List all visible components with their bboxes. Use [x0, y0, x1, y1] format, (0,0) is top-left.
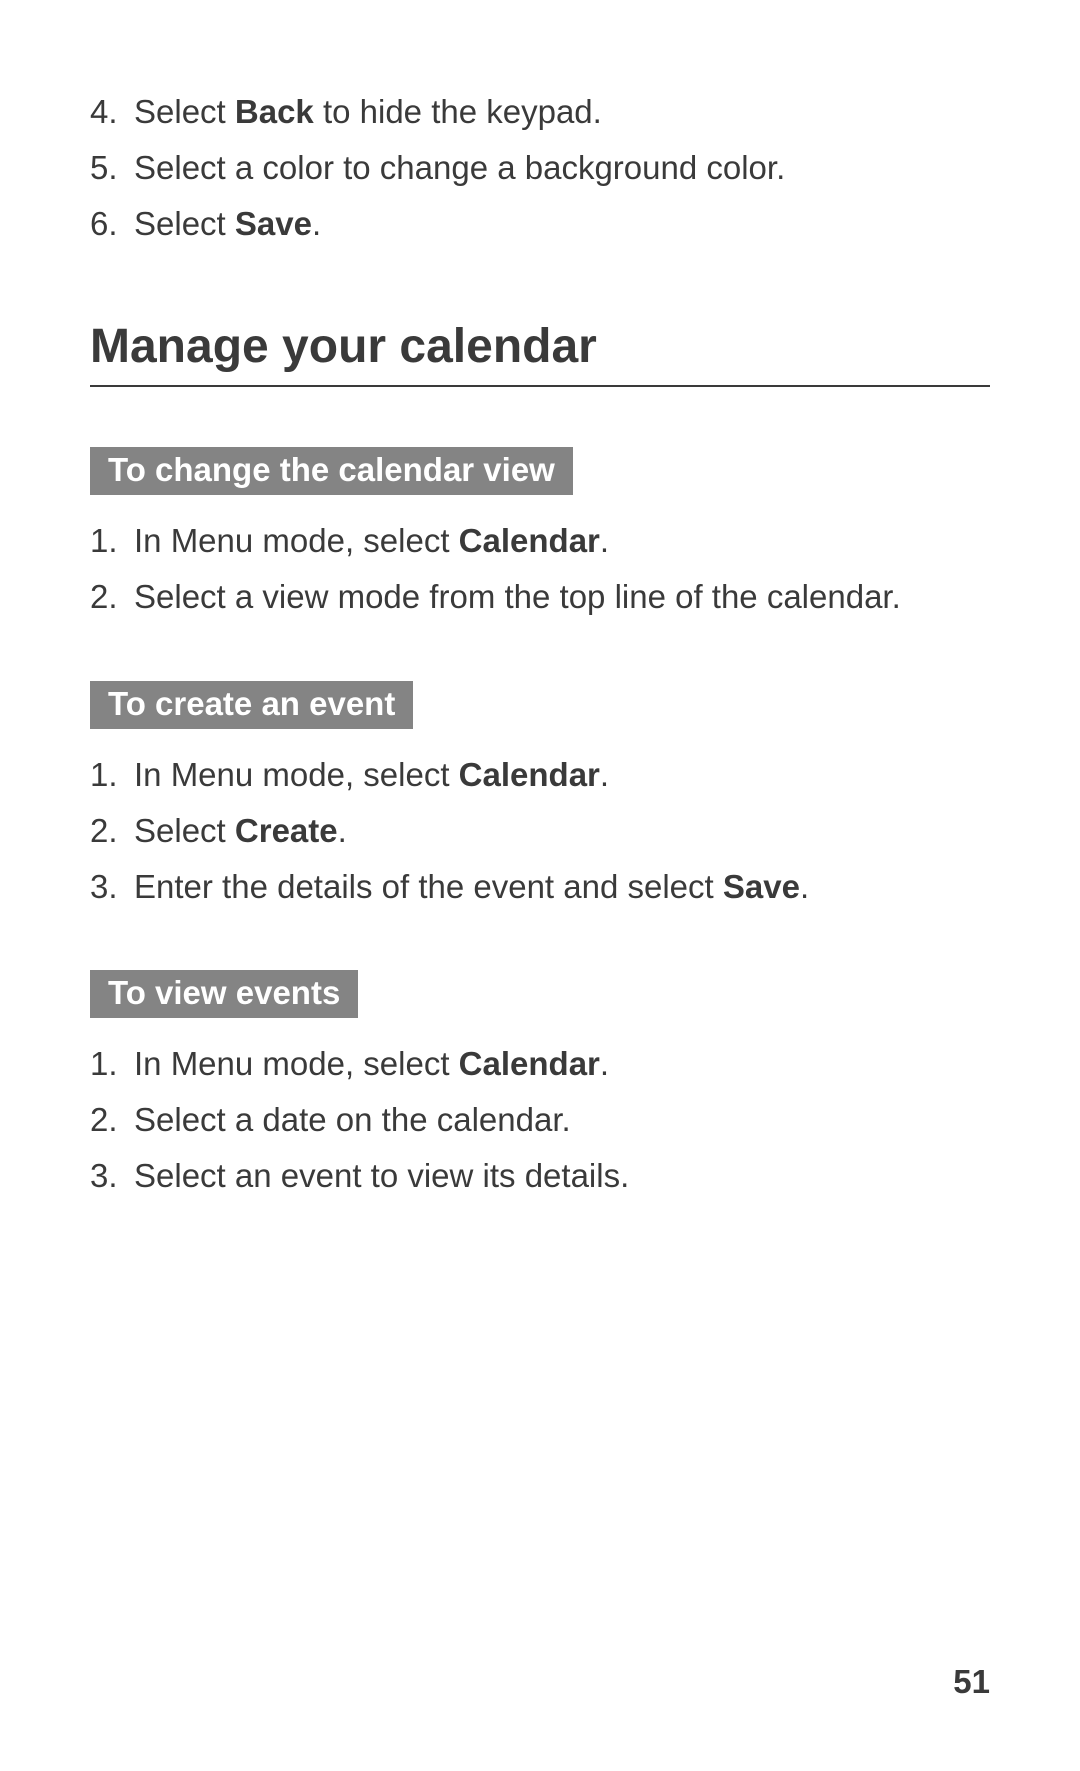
bold-term: Save [723, 868, 800, 905]
continued-step: 5.Select a color to change a background … [90, 144, 990, 192]
step-number: 6. [90, 200, 134, 248]
page-number: 51 [953, 1663, 990, 1701]
sub2-step: 3.Select an event to view its details. [90, 1152, 990, 1200]
step-text: Select Back to hide the keypad. [134, 88, 990, 136]
step-list: 1.In Menu mode, select Calendar.2.Select… [90, 751, 990, 911]
sub0-step: 2.Select a view mode from the top line o… [90, 573, 990, 621]
bold-term: Back [235, 93, 314, 130]
step-text: In Menu mode, select Calendar. [134, 1040, 990, 1088]
bold-term: Save [235, 205, 312, 242]
subsection: To create an event 1.In Menu mode, select… [90, 651, 990, 911]
sub1-step: 1.In Menu mode, select Calendar. [90, 751, 990, 799]
step-number: 2. [90, 1096, 134, 1144]
sub1-step: 3.Enter the details of the event and sel… [90, 863, 990, 911]
subsection: To change the calendar view 1.In Menu mod… [90, 417, 990, 621]
step-text: Select Save. [134, 200, 990, 248]
step-number: 5. [90, 144, 134, 192]
section-rule [90, 385, 990, 387]
sub1-step: 2.Select Create. [90, 807, 990, 855]
step-number: 4. [90, 88, 134, 136]
subheading: To change the calendar view [90, 447, 573, 495]
sub0-step: 1.In Menu mode, select Calendar. [90, 517, 990, 565]
subheading: To create an event [90, 681, 413, 729]
step-text: Select a date on the calendar. [134, 1096, 990, 1144]
subheading: To view events [90, 970, 358, 1018]
step-number: 1. [90, 517, 134, 565]
sub2-step: 2.Select a date on the calendar. [90, 1096, 990, 1144]
step-text: Select a color to change a background co… [134, 144, 990, 192]
sub2-step: 1.In Menu mode, select Calendar. [90, 1040, 990, 1088]
step-text: Select a view mode from the top line of … [134, 573, 990, 621]
bold-term: Calendar [459, 756, 600, 793]
step-text: Select an event to view its details. [134, 1152, 990, 1200]
step-text: Enter the details of the event and selec… [134, 863, 990, 911]
document-page: 4.Select Back to hide the keypad.5.Selec… [0, 0, 1080, 1771]
bold-term: Calendar [459, 522, 600, 559]
step-number: 1. [90, 751, 134, 799]
continued-step: 4.Select Back to hide the keypad. [90, 88, 990, 136]
step-list: 1.In Menu mode, select Calendar.2.Select… [90, 517, 990, 621]
step-number: 1. [90, 1040, 134, 1088]
step-text: In Menu mode, select Calendar. [134, 517, 990, 565]
step-text: Select Create. [134, 807, 990, 855]
continued-step: 6.Select Save. [90, 200, 990, 248]
section-heading: Manage your calendar [90, 318, 990, 376]
step-number: 2. [90, 807, 134, 855]
step-number: 3. [90, 863, 134, 911]
continued-step-list: 4.Select Back to hide the keypad.5.Selec… [90, 88, 990, 248]
bold-term: Calendar [459, 1045, 600, 1082]
step-list: 1.In Menu mode, select Calendar.2.Select… [90, 1040, 990, 1200]
step-text: In Menu mode, select Calendar. [134, 751, 990, 799]
bold-term: Create [235, 812, 338, 849]
step-number: 2. [90, 573, 134, 621]
subsection: To view events 1.In Menu mode, select Cal… [90, 940, 990, 1200]
step-number: 3. [90, 1152, 134, 1200]
